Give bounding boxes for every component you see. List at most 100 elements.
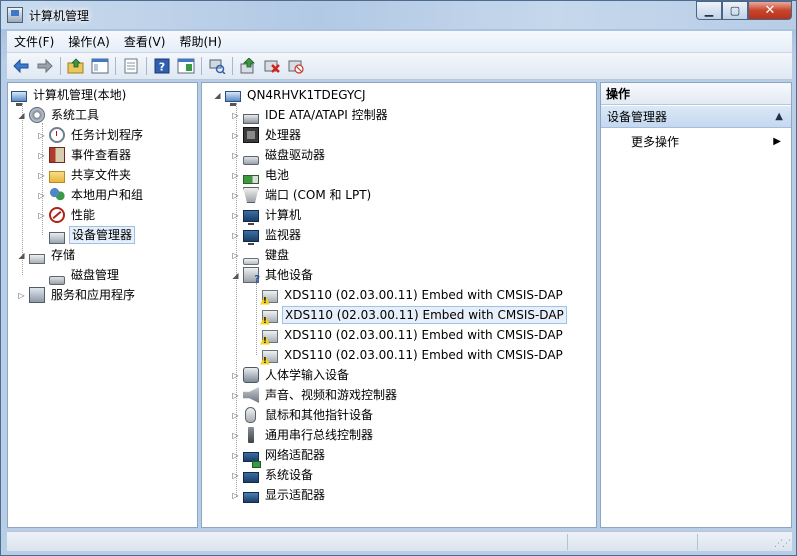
tree-item-system-tools[interactable]: ◢ 系统工具 (16, 106, 101, 124)
title-bar[interactable]: 计算机管理 ▁ ▢ ✕ (1, 1, 796, 29)
device-category-other[interactable]: ◢ 其他设备 (230, 266, 315, 285)
tree-label: 磁盘管理 (71, 268, 120, 282)
expand-arrow-icon[interactable]: ▷ (230, 110, 241, 121)
device-category-sound[interactable]: ▷ 声音、视频和游戏控制器 (230, 386, 399, 404)
performance-icon (49, 207, 65, 223)
expand-arrow-icon[interactable]: ▷ (230, 150, 241, 161)
tree-label: 性能 (71, 208, 96, 222)
tree-label: 设备管理器 (69, 226, 136, 244)
device-item-xds110-2[interactable]: XDS110 (02.03.00.11) Embed with CMSIS-DA… (262, 306, 567, 324)
help-icon[interactable]: ? (152, 56, 172, 76)
maximize-button[interactable]: ▢ (722, 1, 748, 20)
show-hide-tree-icon[interactable] (90, 56, 110, 76)
menu-file[interactable]: 文件(F) (7, 32, 61, 52)
tree-label: 共享文件夹 (71, 168, 132, 182)
tree-item-computer-management[interactable]: 计算机管理(本地) (11, 86, 128, 106)
expand-arrow-icon[interactable]: ▷ (36, 170, 47, 181)
expand-arrow-icon[interactable]: ▷ (36, 130, 47, 141)
disable-device-icon[interactable] (286, 56, 306, 76)
tree-label: 电池 (265, 168, 290, 182)
device-category-usb[interactable]: ▷ 通用串行总线控制器 (230, 426, 375, 444)
forward-arrow-icon[interactable] (35, 56, 55, 76)
expand-arrow-icon[interactable]: ▷ (230, 470, 241, 481)
device-item-xds110-4[interactable]: XDS110 (02.03.00.11) Embed with CMSIS-DA… (262, 346, 565, 364)
scan-hardware-icon[interactable] (207, 56, 227, 76)
tree-item-shared-folders[interactable]: ▷ 共享文件夹 (36, 166, 133, 184)
expand-arrow-icon[interactable]: ▷ (230, 410, 241, 421)
device-category-ide[interactable]: ▷ IDE ATA/ATAPI 控制器 (230, 106, 390, 124)
collapse-triangle-icon[interactable]: ▲ (775, 106, 783, 128)
menu-view[interactable]: 查看(V) (117, 32, 173, 52)
collapse-arrow-icon[interactable]: ◢ (230, 270, 241, 281)
device-category-processor[interactable]: ▷ 处理器 (230, 126, 303, 144)
device-category-disk[interactable]: ▷ 磁盘驱动器 (230, 146, 327, 165)
actions-section-device-manager[interactable]: 设备管理器 ▲ (601, 106, 791, 128)
monitor-icon (243, 230, 259, 245)
tree-item-local-users[interactable]: ▷ 本地用户和组 (36, 186, 145, 204)
tree-label: 鼠标和其他指针设备 (265, 408, 374, 422)
device-category-display[interactable]: ▷ 显示适配器 (230, 486, 327, 504)
close-button[interactable]: ✕ (748, 1, 792, 20)
more-actions-item[interactable]: 更多操作 (631, 133, 679, 151)
expand-arrow-icon[interactable]: ▷ (230, 170, 241, 181)
tree-label: 声音、视频和游戏控制器 (265, 388, 398, 402)
console-icon[interactable] (176, 56, 196, 76)
device-item-xds110-1[interactable]: XDS110 (02.03.00.11) Embed with CMSIS-DA… (262, 286, 565, 304)
device-category-battery[interactable]: ▷ 电池 (230, 166, 291, 184)
device-category-mouse[interactable]: ▷ 鼠标和其他指针设备 (230, 406, 375, 424)
expand-arrow-icon[interactable]: ▷ (230, 450, 241, 461)
tree-item-task-scheduler[interactable]: ▷ 任务计划程序 (36, 126, 145, 144)
device-tree-pane[interactable]: ◢ QN4RHVK1TDEGYCJ ▷ IDE ATA/ATAPI 控制器 ▷ … (201, 82, 597, 528)
collapse-arrow-icon[interactable]: ◢ (16, 250, 27, 261)
export-list-icon[interactable] (121, 56, 141, 76)
menu-help[interactable]: 帮助(H) (172, 32, 228, 52)
tree-label: 服务和应用程序 (51, 288, 136, 302)
expand-arrow-icon[interactable]: ▷ (36, 210, 47, 221)
device-label: XDS110 (02.03.00.11) Embed with CMSIS-DA… (284, 288, 563, 302)
resize-grip-icon[interactable]: ⋰⋰ (774, 539, 791, 549)
tree-item-event-viewer[interactable]: ▷ 事件查看器 (36, 146, 133, 164)
expand-arrow-icon[interactable]: ▷ (36, 190, 47, 201)
device-category-keyboard[interactable]: ▷ 键盘 (230, 246, 291, 265)
device-tree-root[interactable]: ◢ QN4RHVK1TDEGYCJ (212, 86, 368, 106)
computer-management-window: 计算机管理 ▁ ▢ ✕ 文件(F) 操作(A) 查看(V) 帮助(H) ? 计算… (0, 0, 797, 556)
device-category-system[interactable]: ▷ 系统设备 (230, 466, 315, 484)
expand-arrow-icon[interactable]: ▷ (230, 490, 241, 501)
expand-arrow-icon[interactable]: ▷ (230, 190, 241, 201)
warning-device-icon (262, 349, 278, 363)
tree-label: 显示适配器 (265, 488, 326, 502)
device-category-monitor[interactable]: ▷ 监视器 (230, 226, 303, 245)
collapse-arrow-icon[interactable]: ◢ (16, 110, 27, 121)
device-item-xds110-3[interactable]: XDS110 (02.03.00.11) Embed with CMSIS-DA… (262, 326, 565, 344)
minimize-button[interactable]: ▁ (696, 1, 722, 20)
expand-arrow-icon[interactable]: ▷ (230, 130, 241, 141)
device-category-hid[interactable]: ▷ 人体学输入设备 (230, 366, 351, 384)
device-category-network[interactable]: ▷ 网络适配器 (230, 446, 327, 468)
status-cell (697, 534, 698, 550)
expand-arrow-icon[interactable]: ▷ (230, 370, 241, 381)
expand-arrow-icon[interactable]: ▷ (36, 150, 47, 161)
expand-arrow-icon[interactable]: ▷ (230, 390, 241, 401)
collapse-arrow-icon[interactable]: ◢ (212, 90, 223, 101)
tree-item-device-manager[interactable]: 设备管理器 (49, 226, 136, 244)
device-category-computer[interactable]: ▷ 计算机 (230, 206, 303, 225)
console-tree-pane[interactable]: 计算机管理(本地) ◢ 系统工具 ▷ 任务计划程序 ▷ 事件查看器 ▷ 共享文件… (7, 82, 198, 528)
expand-arrow-icon[interactable]: ▷ (230, 430, 241, 441)
device-category-ports[interactable]: ▷ 端口 (COM 和 LPT) (230, 186, 373, 204)
expand-arrow-icon[interactable]: ▷ (230, 230, 241, 241)
back-arrow-icon[interactable] (11, 56, 31, 76)
tree-label: 系统设备 (265, 468, 314, 482)
task-scheduler-icon (49, 127, 65, 143)
tree-item-performance[interactable]: ▷ 性能 (36, 206, 97, 224)
port-icon (243, 187, 259, 203)
uninstall-icon[interactable] (262, 56, 282, 76)
expand-arrow-icon[interactable]: ▷ (230, 210, 241, 221)
tree-item-services[interactable]: ▷ 服务和应用程序 (16, 286, 137, 304)
tree-item-storage[interactable]: ◢ 存储 (16, 246, 77, 264)
expand-arrow-icon[interactable]: ▷ (16, 290, 27, 301)
expand-arrow-icon[interactable]: ▷ (230, 250, 241, 261)
up-folder-icon[interactable] (66, 56, 86, 76)
update-driver-icon[interactable] (238, 56, 258, 76)
tree-item-disk-management[interactable]: 磁盘管理 (49, 266, 121, 285)
menu-action[interactable]: 操作(A) (61, 32, 117, 52)
